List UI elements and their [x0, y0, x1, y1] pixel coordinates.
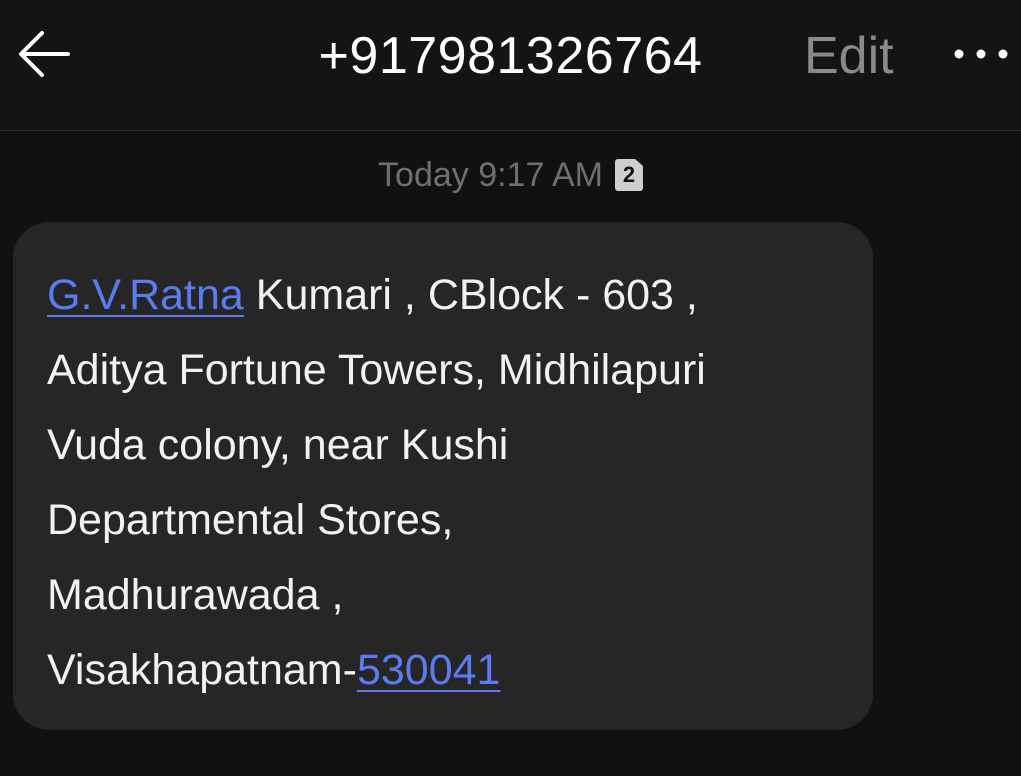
message-line: G.V.Ratna Kumari , CBlock - 603 ,: [47, 258, 843, 333]
more-button[interactable]: [950, 36, 1014, 72]
more-horizontal-icon: [954, 49, 1008, 59]
conversation-header: +917981326764 Edit: [0, 0, 1021, 131]
pincode-link[interactable]: 530041: [357, 646, 501, 694]
message-bubble[interactable]: G.V.Ratna Kumari , CBlock - 603 , Aditya…: [13, 222, 873, 730]
message-timestamp-row: Today 9:17 AM 2: [0, 156, 1021, 195]
edit-button[interactable]: Edit: [804, 26, 894, 86]
message-line: Visakhapatnam-530041: [47, 633, 843, 708]
message-line: Madhurawada ,: [47, 571, 344, 619]
message-line: Aditya Fortune Towers, Midhilapuri: [47, 346, 706, 394]
sim-card-icon: 2: [614, 159, 643, 191]
contact-name-link[interactable]: G.V.Ratna: [47, 271, 244, 319]
message-text: Visakhapatnam-: [47, 646, 357, 694]
message-timestamp: Today 9:17 AM: [378, 156, 603, 194]
message-line: Vuda colony, near Kushi: [47, 421, 509, 469]
message-line: Departmental Stores,: [47, 496, 454, 544]
message-text: Kumari , CBlock - 603 ,: [243, 271, 698, 319]
